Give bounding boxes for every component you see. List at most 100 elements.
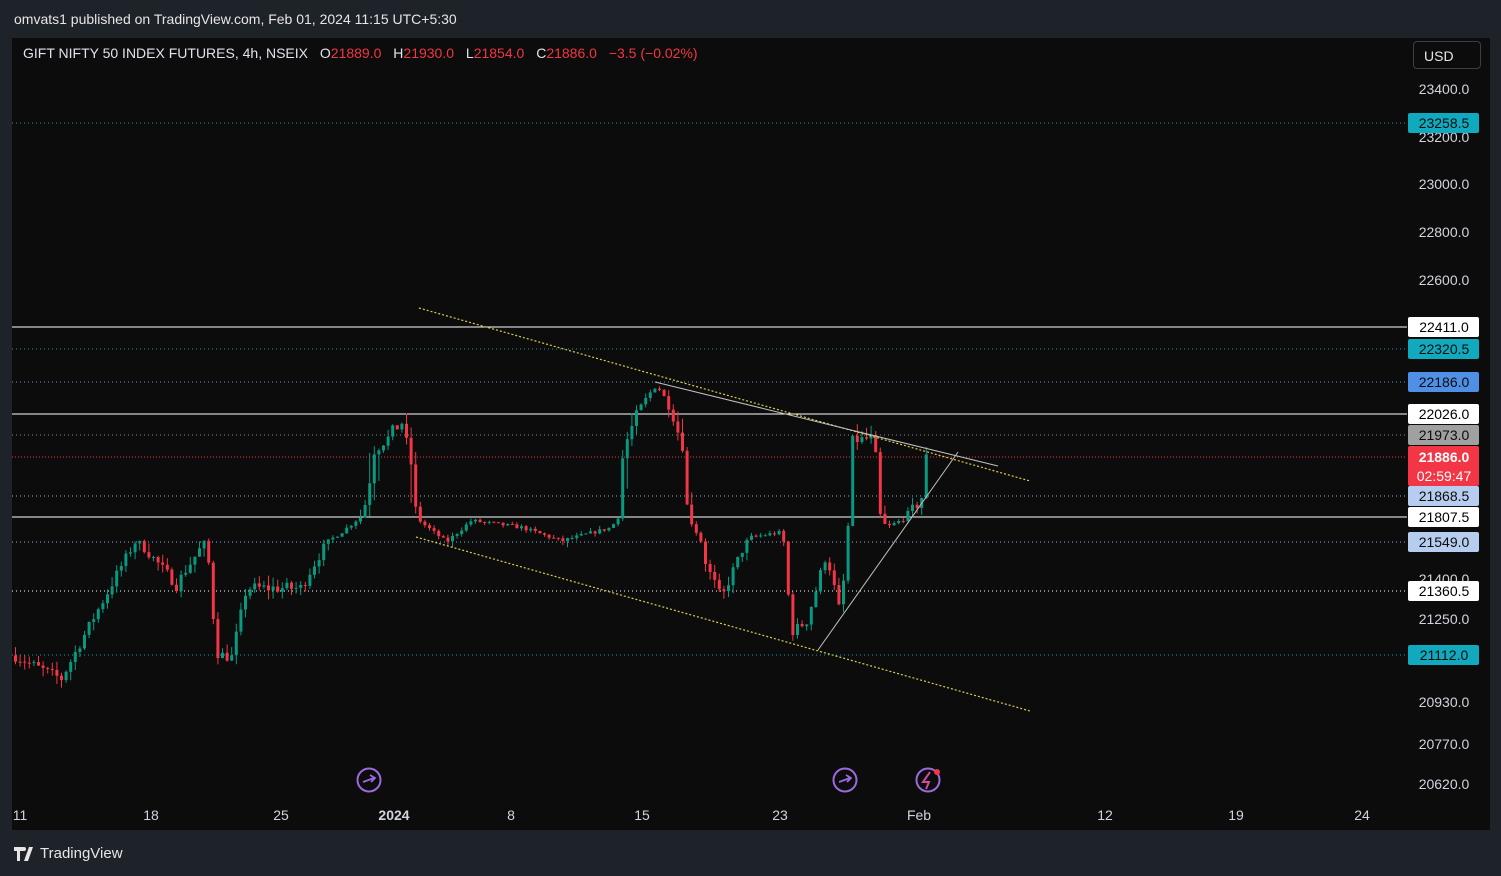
candle-body: [211, 562, 215, 620]
candle-body: [382, 445, 385, 451]
candle-body: [349, 525, 353, 528]
candle-body: [184, 572, 188, 575]
y-tick-label: 22800.0: [1419, 224, 1470, 240]
candle-body: [437, 530, 441, 537]
candle-body: [455, 534, 459, 536]
candle-body: [101, 603, 105, 610]
price-level-label-5: 21973.0: [1419, 427, 1470, 443]
candle-body: [115, 570, 119, 587]
candle-body: [354, 521, 358, 526]
candle-body: [336, 536, 339, 538]
low-value: 21854.0: [473, 45, 525, 61]
candle-body: [317, 560, 321, 567]
candle-body: [244, 595, 247, 610]
candle-body: [225, 652, 229, 661]
notification-dot-icon: [934, 769, 940, 775]
candle-body: [855, 435, 859, 443]
x-tick-label: 25: [273, 807, 289, 823]
candle-body: [18, 661, 22, 663]
candle-body: [129, 552, 132, 554]
x-tick-label: 12: [1097, 807, 1113, 823]
candle-body: [27, 662, 31, 664]
candle-body: [625, 439, 629, 459]
candle-body: [699, 532, 703, 542]
candle-body: [745, 539, 749, 553]
candle-body: [326, 539, 330, 544]
candle-body: [441, 536, 445, 538]
candle-body: [685, 450, 689, 505]
candle-body: [483, 522, 487, 524]
event-arrow-icon: [362, 774, 377, 783]
candle-body: [524, 526, 528, 531]
candle-body: [234, 631, 238, 656]
candle-body: [106, 594, 109, 604]
change-value: −3.5 (−0.02%): [608, 45, 698, 61]
candle-body: [552, 537, 556, 539]
candle-body: [110, 586, 114, 595]
candle-body: [276, 586, 280, 592]
candle-body: [464, 524, 468, 531]
candle-body: [906, 510, 910, 522]
candle-body: [809, 606, 813, 625]
candle-body: [363, 504, 367, 518]
y-tick-label: 20620.0: [1419, 776, 1470, 792]
candle-body: [165, 564, 169, 570]
candle-body: [671, 409, 675, 422]
candle-body: [878, 452, 882, 514]
candle-body: [791, 594, 795, 636]
x-tick-label: 15: [634, 807, 650, 823]
candle-body: [782, 530, 786, 542]
y-tick-label: 23000.0: [1419, 176, 1470, 192]
x-tick-label: 23: [772, 807, 788, 823]
candle-body: [257, 583, 261, 587]
candle-body: [207, 540, 211, 563]
price-level-label-0: 23258.5: [1419, 115, 1470, 131]
candle-body: [497, 522, 500, 524]
candle-body: [87, 621, 91, 635]
resistance-guide-line: [654, 381, 999, 467]
lower-channel-trendline: [415, 536, 1031, 712]
candle-body: [239, 609, 243, 632]
candle-body: [405, 423, 408, 438]
candle-body: [644, 397, 648, 405]
candle-body: [133, 543, 137, 553]
candle-body: [731, 567, 735, 586]
candle-body: [589, 531, 592, 534]
candle-body: [280, 588, 284, 592]
footer-brand[interactable]: TradingView: [14, 845, 123, 862]
candle-body: [676, 421, 680, 433]
candle-body: [837, 585, 841, 605]
candle-body: [832, 570, 836, 586]
candle-body: [198, 548, 201, 557]
candle-body: [285, 582, 289, 589]
event-arrow-icon: [838, 774, 853, 783]
candle-body: [796, 623, 799, 636]
price-level-label-4: 22026.0: [1419, 406, 1470, 422]
price-level-label-3: 22186.0: [1419, 374, 1470, 390]
candle-body: [377, 450, 381, 455]
candle-body: [635, 410, 638, 426]
candle-body: [579, 533, 583, 536]
candle-body: [253, 583, 257, 590]
candle-body: [814, 591, 818, 607]
candle-body: [152, 556, 155, 558]
symbol-title: GIFT NIFTY 50 INDEX FUTURES, 4h, NSEIX: [23, 45, 308, 61]
candle-body: [216, 619, 220, 659]
candle-body: [55, 669, 59, 676]
candle-body: [736, 556, 740, 568]
candle-body: [754, 535, 758, 537]
price-level-label-8: 21549.0: [1419, 534, 1470, 550]
candle-body: [708, 564, 712, 572]
candle-body: [717, 579, 721, 590]
candle-body: [648, 392, 652, 398]
candle-body: [313, 566, 316, 575]
candle-body: [428, 525, 431, 529]
currency-button[interactable]: USD: [1413, 41, 1481, 69]
x-tick-label: 11: [13, 807, 28, 823]
price-chart[interactable]: 23400.023200.023000.022800.022600.021400…: [0, 0, 1501, 876]
candle-body: [561, 538, 565, 541]
x-tick-label: Feb: [907, 807, 931, 823]
candle-body: [487, 521, 491, 523]
tradingview-logo-icon: [14, 847, 33, 862]
candle-body: [713, 571, 717, 580]
